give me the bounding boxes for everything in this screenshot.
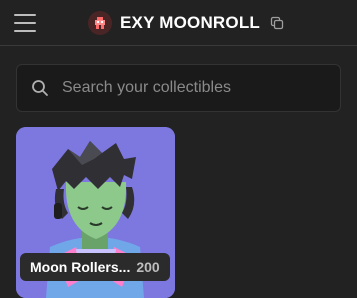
menu-line [14,14,36,16]
menu-icon[interactable] [14,14,36,32]
search-input[interactable] [60,78,324,98]
copy-icon[interactable] [270,16,284,30]
top-bar: EXY MOONROLL [0,0,357,46]
search-bar[interactable] [16,64,341,112]
search-icon [32,80,48,96]
menu-line [14,22,36,24]
avatar-icon [88,11,112,35]
collectible-card[interactable]: Moon Rollers... 200 [16,127,175,298]
menu-line [14,30,36,32]
wallet-selector[interactable]: EXY MOONROLL [88,10,284,36]
wallet-name: EXY MOONROLL [120,13,260,32]
collectible-label: Moon Rollers... 200 [20,253,170,281]
collectible-name: Moon Rollers... [30,259,131,275]
collectible-count: 200 [136,259,160,275]
